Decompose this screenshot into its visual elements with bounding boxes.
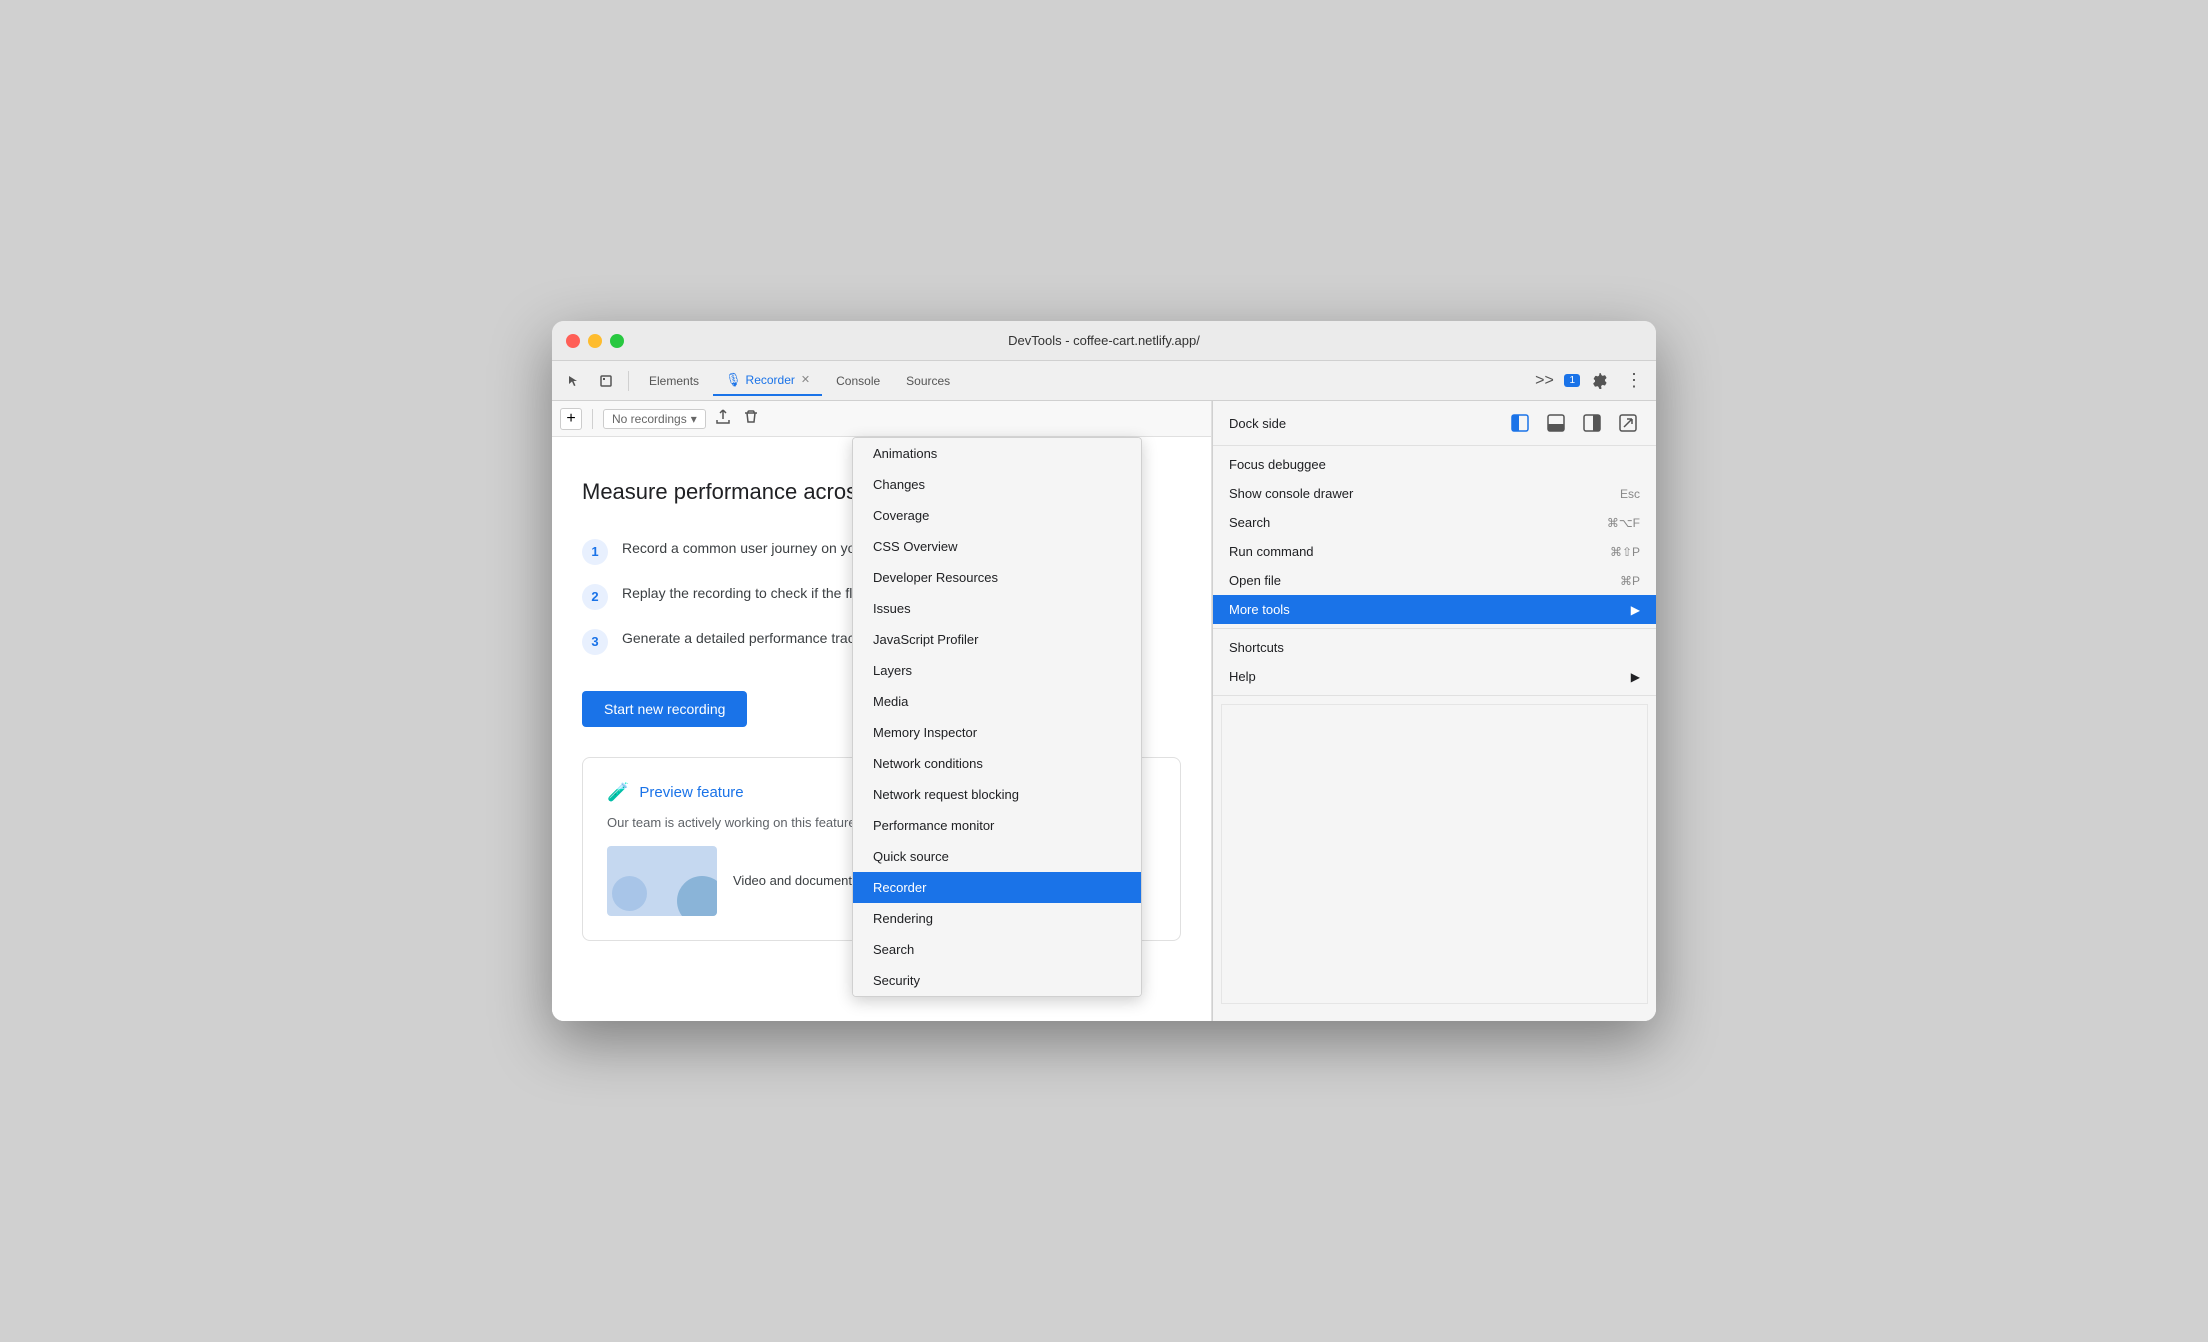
chevron-down-icon: ▾ <box>691 412 697 426</box>
maximize-traffic-light[interactable] <box>610 334 624 348</box>
more-tools-item-coverage[interactable]: Coverage <box>853 500 1141 531</box>
step-number-1: 1 <box>582 539 608 565</box>
tab-recorder[interactable]: 🎙 Recorder ✕ <box>713 366 822 396</box>
tab-recorder-label: Recorder <box>746 373 795 387</box>
minimize-traffic-light[interactable] <box>588 334 602 348</box>
preview-title: Preview feature <box>639 784 743 801</box>
more-tools-item-layers[interactable]: Layers <box>853 655 1141 686</box>
more-tools-item-search[interactable]: Search <box>853 934 1141 965</box>
recording-select[interactable]: No recordings ▾ <box>603 409 706 429</box>
preview-flask-icon: 🧪 <box>607 782 629 803</box>
cursor-icon <box>567 374 581 388</box>
more-tools-item-issues[interactable]: Issues <box>853 593 1141 624</box>
more-tools-menu[interactable]: AnimationsChangesCoverageCSS OverviewDev… <box>852 437 1142 997</box>
dock-side-label: Dock side <box>1229 416 1286 431</box>
dock-left-btn[interactable] <box>1508 411 1532 435</box>
more-tools-item-sensors[interactable]: Sensors <box>853 996 1141 997</box>
tab-sources[interactable]: Sources <box>894 368 962 394</box>
issues-badge[interactable]: 1 <box>1564 374 1580 387</box>
more-tools-arrow-icon: ▶ <box>1631 603 1640 617</box>
more-tools-item-network-conditions[interactable]: Network conditions <box>853 748 1141 779</box>
dock-side-row: Dock side <box>1213 401 1656 446</box>
more-tools-item-javascript-profiler[interactable]: JavaScript Profiler <box>853 624 1141 655</box>
recorder-toolbar: + No recordings ▾ <box>552 401 1211 437</box>
more-tools-item-changes[interactable]: Changes <box>853 469 1141 500</box>
more-tools-item-media[interactable]: Media <box>853 686 1141 717</box>
recorder-tab-icon: 🎙 <box>725 372 742 388</box>
export-btn[interactable] <box>712 408 734 430</box>
start-recording-btn[interactable]: Start new recording <box>582 691 747 727</box>
right-panel-scroll-area <box>1221 704 1648 1004</box>
more-tools-item-quick-source[interactable]: Quick source <box>853 841 1141 872</box>
settings-btn[interactable] <box>1586 367 1614 395</box>
more-tools-item-recorder[interactable]: Recorder <box>853 872 1141 903</box>
more-tools-item-developer-resources[interactable]: Developer Resources <box>853 562 1141 593</box>
toolbar-right: >> 1 ⋮ <box>1530 367 1648 395</box>
more-tools-item-security[interactable]: Security <box>853 965 1141 996</box>
tab-recorder-close[interactable]: ✕ <box>801 373 810 386</box>
dock-bottom-btn[interactable] <box>1544 411 1568 435</box>
main-area: + No recordings ▾ <box>552 401 1656 1021</box>
tab-elements[interactable]: Elements <box>637 368 711 394</box>
menu-help[interactable]: Help ▶ <box>1213 662 1656 691</box>
trash-icon <box>743 409 759 425</box>
toolbar-divider <box>628 371 629 391</box>
delete-btn[interactable] <box>740 408 762 430</box>
cursor-icon-btn[interactable] <box>560 367 588 395</box>
menu-open-file[interactable]: Open file ⌘P <box>1213 566 1656 595</box>
menu-run-command[interactable]: Run command ⌘⇧P <box>1213 537 1656 566</box>
undock-btn[interactable] <box>1616 411 1640 435</box>
thumbnail-circle-small <box>612 876 647 911</box>
tab-bar: Elements 🎙 Recorder ✕ Console Sources <box>637 366 1526 396</box>
more-options-btn[interactable]: ⋮ <box>1620 367 1648 395</box>
export-icon <box>715 409 731 425</box>
help-arrow-icon: ▶ <box>1631 670 1640 684</box>
devtools-toolbar: Elements 🎙 Recorder ✕ Console Sources >>… <box>552 361 1656 401</box>
vertical-dots-icon: ⋮ <box>1625 370 1643 391</box>
menu-shortcuts[interactable]: Shortcuts <box>1213 633 1656 662</box>
preview-thumbnail <box>607 846 717 916</box>
menu-search[interactable]: Search ⌘⌥F <box>1213 508 1656 537</box>
traffic-lights <box>566 334 624 348</box>
thumbnail-circle-large <box>677 876 717 916</box>
more-tools-item-network-request-blocking[interactable]: Network request blocking <box>853 779 1141 810</box>
menu-focus-debuggee[interactable]: Focus debuggee <box>1213 450 1656 479</box>
more-tools-item-css-overview[interactable]: CSS Overview <box>853 531 1141 562</box>
menu-show-console-drawer[interactable]: Show console drawer Esc <box>1213 479 1656 508</box>
add-recording-btn[interactable]: + <box>560 408 582 430</box>
undock-icon <box>1619 414 1637 432</box>
inspect-icon-btn[interactable] <box>592 367 620 395</box>
window-title: DevTools - coffee-cart.netlify.app/ <box>1008 333 1200 348</box>
right-panel: Dock side <box>1212 401 1656 1021</box>
inspect-icon <box>599 374 613 388</box>
overflow-tabs-btn[interactable]: >> <box>1530 367 1558 395</box>
gear-icon <box>1592 373 1608 389</box>
step-number-2: 2 <box>582 584 608 610</box>
more-tools-item-animations[interactable]: Animations <box>853 438 1141 469</box>
right-panel-content: Dock side <box>1213 401 1656 1021</box>
dock-left-icon <box>1511 414 1529 432</box>
dock-right-icon <box>1583 414 1601 432</box>
menu-more-tools[interactable]: More tools ▶ <box>1213 595 1656 624</box>
title-bar: DevTools - coffee-cart.netlify.app/ <box>552 321 1656 361</box>
tab-console[interactable]: Console <box>824 368 892 394</box>
recorder-divider <box>592 409 593 429</box>
tab-elements-label: Elements <box>649 374 699 388</box>
more-tools-item-performance-monitor[interactable]: Performance monitor <box>853 810 1141 841</box>
tab-sources-label: Sources <box>906 374 950 388</box>
more-tools-item-rendering[interactable]: Rendering <box>853 903 1141 934</box>
step-number-3: 3 <box>582 629 608 655</box>
dock-bottom-icon <box>1547 414 1565 432</box>
close-traffic-light[interactable] <box>566 334 580 348</box>
tab-console-label: Console <box>836 374 880 388</box>
dock-right-btn[interactable] <box>1580 411 1604 435</box>
menu-section-2: Shortcuts Help ▶ <box>1213 629 1656 696</box>
more-tools-item-memory-inspector[interactable]: Memory Inspector <box>853 717 1141 748</box>
browser-window: DevTools - coffee-cart.netlify.app/ Elem… <box>552 321 1656 1021</box>
menu-section-1: Focus debuggee Show console drawer Esc S… <box>1213 446 1656 629</box>
